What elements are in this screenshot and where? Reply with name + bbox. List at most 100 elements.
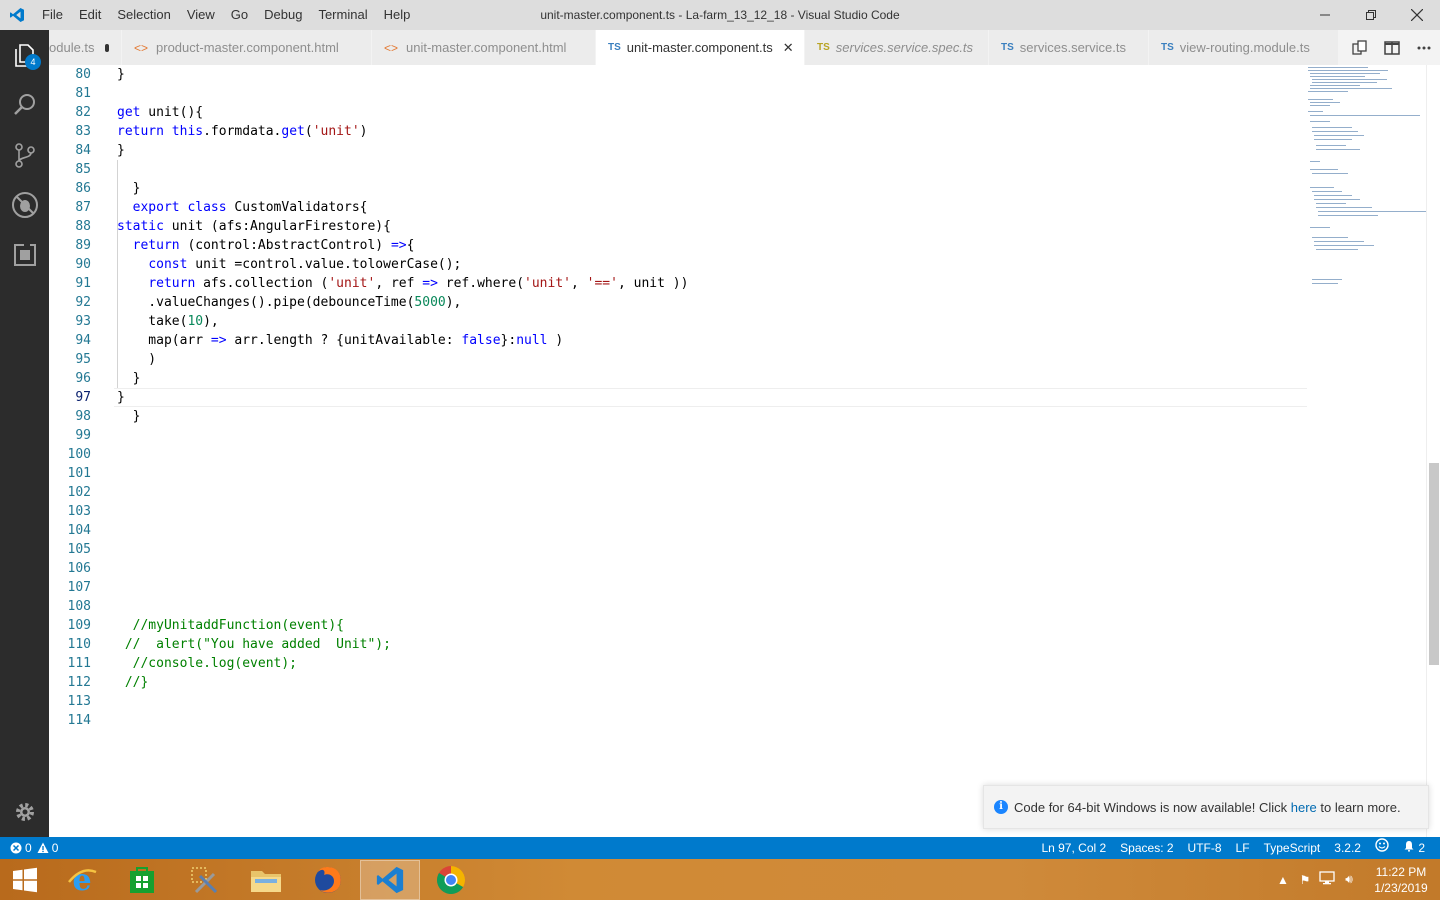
tab-unit-master-html[interactable]: <> unit-master.component.html [372, 30, 596, 65]
network-icon[interactable] [1316, 871, 1338, 888]
manage-button[interactable] [0, 787, 49, 837]
scrollbar-thumb[interactable] [1429, 463, 1439, 665]
taskbar-file-explorer[interactable] [236, 860, 296, 900]
typescript-version[interactable]: 3.2.2 [1327, 837, 1368, 859]
code-line[interactable]: 91 return afs.collection ('unit', ref =>… [49, 274, 1306, 293]
taskbar-vscode[interactable] [360, 860, 420, 900]
minimize-button[interactable] [1302, 0, 1348, 30]
source-control-button[interactable] [0, 130, 49, 180]
code-line[interactable]: 101 [49, 464, 1306, 483]
end-of-line[interactable]: LF [1229, 837, 1257, 859]
more-actions-button[interactable] [1408, 30, 1440, 65]
code-line[interactable]: 111 //console.log(event); [49, 654, 1306, 673]
show-hidden-icons-button[interactable]: ▲ [1272, 873, 1294, 887]
taskbar-clock[interactable]: 11:22 PM 1/23/2019 [1366, 864, 1436, 896]
tab-unit-master-ts[interactable]: TS unit-master.component.ts ✕ [596, 30, 805, 65]
code-line[interactable]: 94 map(arr => arr.length ? {unitAvailabl… [49, 331, 1306, 350]
search-button[interactable] [0, 80, 49, 130]
menu-go[interactable]: Go [223, 0, 256, 30]
notifications-button[interactable]: 2 [1396, 837, 1432, 859]
code-line[interactable]: 96 } [49, 369, 1306, 388]
open-changes-button[interactable] [1344, 30, 1376, 65]
line-number: 95 [75, 352, 91, 367]
menu-edit[interactable]: Edit [71, 0, 109, 30]
code-line[interactable]: 102 [49, 483, 1306, 502]
menu-help[interactable]: Help [376, 0, 419, 30]
menu-selection[interactable]: Selection [109, 0, 178, 30]
code-line[interactable]: 98 } [49, 407, 1306, 426]
tab-services-ts[interactable]: TS services.service.ts [989, 30, 1149, 65]
taskbar-tools[interactable] [174, 860, 234, 900]
start-button[interactable] [0, 860, 50, 900]
code-line[interactable]: 104 [49, 521, 1306, 540]
code-line[interactable]: 113 [49, 692, 1306, 711]
feedback-button[interactable] [1368, 837, 1396, 859]
language-mode[interactable]: TypeScript [1257, 837, 1328, 859]
taskbar-internet-explorer[interactable]: e [52, 860, 112, 900]
menu-terminal[interactable]: Terminal [310, 0, 375, 30]
code-line[interactable]: 108 [49, 597, 1306, 616]
extensions-button[interactable] [0, 230, 49, 280]
learn-more-link[interactable]: here [1291, 800, 1317, 815]
taskbar-store[interactable] [112, 860, 172, 900]
tab-services-spec-ts[interactable]: TS services.service.spec.ts [805, 30, 989, 65]
problems-indicator[interactable]: 0 0 [0, 837, 58, 859]
unsaved-dot-icon[interactable] [104, 43, 109, 52]
code-line[interactable]: 89 return (control:AbstractControl) =>{ [49, 236, 1306, 255]
vertical-scrollbar[interactable] [1426, 65, 1440, 837]
menu-view[interactable]: View [179, 0, 223, 30]
code-line[interactable]: 81 [49, 84, 1306, 103]
close-window-button[interactable] [1394, 0, 1440, 30]
menu-file[interactable]: File [34, 0, 71, 30]
line-number: 80 [75, 67, 91, 82]
split-editor-button[interactable] [1376, 30, 1408, 65]
tab-view-routing-ts[interactable]: TS view-routing.module.ts [1149, 30, 1339, 65]
code-line[interactable]: 93 take(10), [49, 312, 1306, 331]
tab-product-master-html[interactable]: <> product-master.component.html [122, 30, 372, 65]
code-line[interactable]: 109 //myUnitaddFunction(event){ [49, 616, 1306, 635]
encoding[interactable]: UTF-8 [1181, 837, 1229, 859]
tab-module-ts[interactable]: odule.ts [49, 30, 122, 65]
taskbar-chrome[interactable] [421, 860, 481, 900]
indentation[interactable]: Spaces: 2 [1113, 837, 1180, 859]
code-editor[interactable]: 80} 81 82 get unit(){83 return this.formdata… [49, 65, 1440, 837]
code-line[interactable]: 80} [49, 65, 1306, 84]
code-line[interactable]: 99 [49, 426, 1306, 445]
code-line[interactable]: 107 [49, 578, 1306, 597]
line-number: 114 [67, 713, 91, 728]
code-line[interactable]: 114 [49, 711, 1306, 730]
code-line[interactable]: 85 [49, 160, 1306, 179]
menu-debug[interactable]: Debug [256, 0, 310, 30]
close-tab-icon[interactable]: ✕ [783, 40, 794, 56]
code-line[interactable]: 95 ) [49, 350, 1306, 369]
code-line[interactable]: 90 const unit =control.value.tolowerCase… [49, 255, 1306, 274]
code-line[interactable]: 105 [49, 540, 1306, 559]
taskbar-firefox[interactable] [298, 860, 358, 900]
code-line[interactable]: 82 get unit(){ [49, 103, 1306, 122]
vscode-logo-icon[interactable] [0, 0, 34, 30]
minimap[interactable] [1306, 65, 1430, 837]
code-line[interactable]: 103 [49, 502, 1306, 521]
code-line[interactable]: 112 //} [49, 673, 1306, 692]
error-count: 0 [25, 841, 32, 855]
cursor-position[interactable]: Ln 97, Col 2 [1034, 837, 1113, 859]
code-line[interactable]: 84} [49, 141, 1306, 160]
action-center-flag-icon[interactable]: ⚑ [1294, 873, 1316, 887]
line-number: 106 [67, 561, 91, 576]
code-line[interactable]: 97} [49, 388, 1306, 407]
explorer-button[interactable]: 4 [0, 30, 49, 80]
code-line[interactable]: 92 .valueChanges().pipe(debounceTime(500… [49, 293, 1306, 312]
code-line[interactable]: 83 return this.formdata.get('unit') [49, 122, 1306, 141]
code-line[interactable]: 106 [49, 559, 1306, 578]
code-text: .valueChanges().pipe(debounceTime(5000), [117, 295, 462, 310]
code-line[interactable]: 87 export class CustomValidators{ [49, 198, 1306, 217]
code-line[interactable]: 110 // alert("You have added Unit"); [49, 635, 1306, 654]
code-line[interactable]: 88 static unit (afs:AngularFirestore){ [49, 217, 1306, 236]
code-line[interactable]: 86 } [49, 179, 1306, 198]
code-line[interactable]: 100 [49, 445, 1306, 464]
debug-button[interactable] [0, 180, 49, 230]
restore-button[interactable] [1348, 0, 1394, 30]
volume-icon[interactable]: 🔊︎ [1338, 872, 1360, 887]
code-text: } [117, 143, 125, 158]
code-text: export class CustomValidators{ [132, 200, 368, 215]
